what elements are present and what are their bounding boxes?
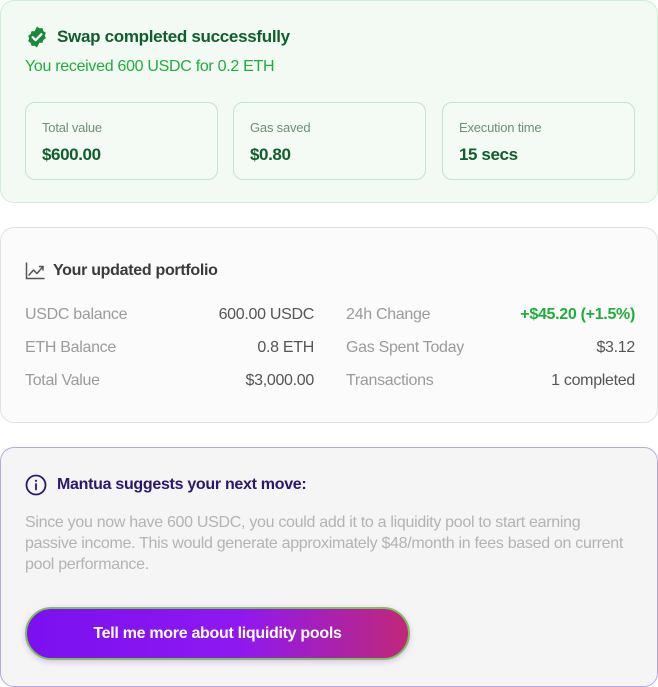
stat-total-value: Total value $600.00	[25, 102, 218, 180]
stat-value: $0.80	[250, 145, 291, 164]
stat-value: $600.00	[42, 145, 101, 164]
check-badge-icon	[25, 25, 49, 49]
total-value-label: Total Value	[25, 372, 100, 389]
portfolio-header: Your updated portfolio	[25, 262, 218, 280]
portfolio-title: Your updated portfolio	[53, 262, 218, 279]
stat-gas-saved: Gas saved $0.80	[233, 102, 426, 180]
stat-value: 15 secs	[459, 145, 518, 164]
gas-spent-label: Gas Spent Today	[346, 339, 464, 356]
transactions-label: Transactions	[346, 372, 434, 389]
total-value-value: $3,000.00	[245, 372, 315, 389]
stat-label: Execution time	[459, 120, 542, 135]
trend-chart-icon	[25, 262, 45, 280]
eth-balance-value: 0.8 ETH	[257, 339, 314, 356]
portfolio-card: Your updated portfolio USDC balance 600.…	[0, 227, 658, 423]
stat-label: Total value	[42, 120, 102, 135]
eth-balance-label: ETH Balance	[25, 339, 116, 356]
success-title: Swap completed successfully	[57, 27, 290, 46]
transactions-value: 1 completed	[551, 372, 635, 389]
change-24h-value: +$45.20 (+1.5%)	[520, 306, 635, 323]
change-24h-label: 24h Change	[346, 306, 431, 323]
suggestion-title: Mantua suggests your next move:	[57, 476, 307, 493]
stat-execution-time: Execution time 15 secs	[442, 102, 635, 180]
stat-label: Gas saved	[250, 120, 311, 135]
suggestion-body: Since you now have 600 USDC, you could a…	[25, 514, 623, 573]
usdc-balance-label: USDC balance	[25, 306, 128, 323]
suggestion-header: Mantua suggests your next move:	[25, 474, 307, 496]
info-icon	[25, 474, 47, 496]
suggestion-card: Mantua suggests your next move: Since yo…	[0, 447, 658, 687]
success-header: Swap completed successfully	[25, 25, 290, 49]
usdc-balance-value: 600.00 USDC	[218, 306, 315, 323]
liquidity-pools-button[interactable]: Tell me more about liquidity pools	[25, 607, 410, 660]
success-subtitle: You received 600 USDC for 0.2 ETH	[25, 58, 275, 75]
gas-spent-value: $3.12	[596, 339, 635, 356]
swap-success-card: Swap completed successfully You received…	[0, 0, 658, 203]
